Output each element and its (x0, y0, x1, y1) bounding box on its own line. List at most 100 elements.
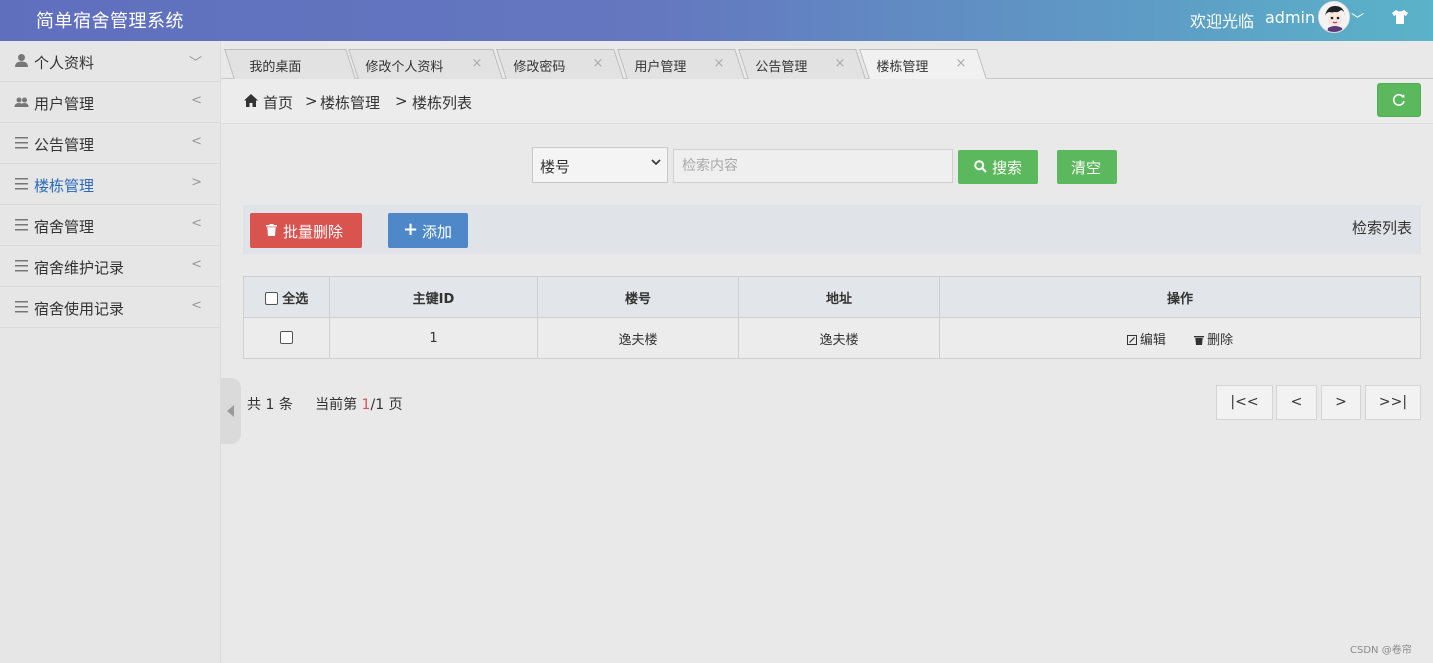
close-icon[interactable]: × (834, 56, 845, 71)
pager-pages-suffix: 页 (388, 397, 403, 413)
table-header-row: 全选 主键ID 楼号 地址 操作 (243, 276, 1421, 318)
sidebar-item-profile[interactable]: 个人资料 ﹀ (0, 41, 220, 82)
chevron-left-icon: < (191, 298, 202, 313)
close-icon[interactable]: × (713, 56, 724, 71)
tab-change-password[interactable]: 修改密码 × (496, 49, 624, 79)
watermark: CSDN @卷帘 (1350, 645, 1412, 656)
tab-label: 修改个人资料 (365, 60, 444, 75)
delete-link[interactable]: 删除 (1194, 329, 1233, 348)
tab-my-desktop[interactable]: 我的桌面 (224, 49, 356, 79)
trash-icon (1194, 335, 1205, 345)
chevron-left-icon: < (191, 216, 202, 231)
search-input[interactable] (673, 149, 953, 183)
cell-actions: 编辑 删除 (939, 317, 1421, 359)
breadcrumb-current: 楼栋列表 (412, 94, 473, 112)
refresh-button[interactable] (1377, 83, 1421, 117)
list-icon (15, 260, 28, 272)
select-all-header[interactable]: 全选 (243, 276, 330, 318)
pager-current-prefix: 当前第 (315, 397, 358, 413)
sidebar: 个人资料 ﹀ 用户管理 < 公告管理 < 楼栋管理 > 宿舍管理 < 宿舍维护记… (0, 41, 221, 663)
pager-info: 共 1 条 当前第 1/1 页 (247, 394, 403, 414)
users-icon (14, 97, 29, 107)
chevron-left-icon: < (191, 93, 202, 108)
cell-id: 1 (329, 317, 538, 359)
search-button-label: 搜索 (992, 159, 1023, 177)
chevron-left-icon: < (191, 257, 202, 272)
sidebar-item-dorm-maintenance[interactable]: 宿舍维护记录 < (0, 246, 220, 287)
breadcrumb-section[interactable]: 楼栋管理 (320, 92, 380, 113)
add-button[interactable]: + 添加 (388, 213, 468, 248)
tab-building-management[interactable]: 楼栋管理 × (859, 49, 987, 79)
pager-total-prefix: 共 (247, 397, 261, 413)
user-menu-chevron-icon[interactable]: ﹀ (1351, 9, 1364, 28)
user-icon (15, 54, 28, 67)
select-value: 楼号 (540, 158, 571, 176)
next-page-button[interactable]: > (1321, 385, 1361, 420)
shirt-icon[interactable] (1390, 7, 1410, 27)
column-header-address: 地址 (738, 276, 940, 318)
batch-delete-button[interactable]: 批量删除 (250, 213, 362, 248)
edit-link[interactable]: 编辑 (1126, 329, 1166, 348)
username[interactable]: admin (1265, 8, 1315, 27)
edit-icon (1126, 334, 1137, 345)
tab-edit-profile[interactable]: 修改个人资料 × (348, 49, 503, 79)
list-icon (15, 178, 28, 190)
avatar[interactable] (1318, 1, 1350, 33)
chevron-right-icon: > (191, 175, 202, 190)
tab-label: 公告管理 (755, 60, 808, 75)
pager-total: 1 (265, 397, 275, 413)
breadcrumb-separator: > (305, 92, 318, 110)
sidebar-item-user-management[interactable]: 用户管理 < (0, 82, 220, 123)
cell-building-no: 逸夫楼 (537, 317, 739, 359)
table-row: 1 逸夫楼 逸夫楼 编辑 删除 (243, 317, 1421, 359)
sidebar-item-building-management[interactable]: 楼栋管理 > (0, 164, 220, 205)
delete-label: 删除 (1207, 332, 1234, 348)
breadcrumb: 首页 > 楼栋管理 > 楼栋列表 (221, 79, 1433, 124)
sidebar-item-label: 宿舍使用记录 (34, 300, 125, 318)
search-button[interactable]: 搜索 (958, 150, 1038, 184)
row-select-cell (243, 317, 330, 359)
top-header: 简单宿舍管理系统 欢迎光临 admin ﹀ (0, 0, 1433, 41)
breadcrumb-separator: > (395, 92, 408, 110)
breadcrumb-home[interactable]: 首页 (263, 92, 293, 113)
list-icon (15, 301, 28, 313)
select-all-checkbox[interactable] (264, 291, 278, 305)
list-title: 检索列表 (1352, 219, 1413, 237)
tab-label: 我的桌面 (249, 60, 302, 75)
sidebar-collapse-handle[interactable] (221, 378, 241, 444)
clear-button-label: 清空 (1071, 159, 1102, 177)
close-icon[interactable]: × (592, 56, 603, 71)
home-icon (244, 94, 258, 107)
caret-left-icon (227, 405, 234, 417)
trash-icon (266, 224, 277, 236)
pager-total-suffix: 条 (278, 397, 293, 413)
sidebar-item-label: 楼栋管理 (34, 177, 95, 195)
list-icon (15, 219, 28, 231)
add-button-label: 添加 (422, 223, 453, 241)
sidebar-item-dorm-management[interactable]: 宿舍管理 < (0, 205, 220, 246)
row-checkbox[interactable] (280, 330, 293, 344)
edit-label: 编辑 (1139, 332, 1166, 348)
tab-user-management[interactable]: 用户管理 × (617, 49, 745, 79)
first-page-button[interactable]: |<< (1216, 385, 1273, 420)
cell-address: 逸夫楼 (738, 317, 940, 359)
refresh-icon (1392, 93, 1405, 106)
building-table: 全选 主键ID 楼号 地址 操作 1 逸夫楼 逸夫楼 编辑 删除 (243, 276, 1421, 359)
column-header-building-no: 楼号 (537, 276, 739, 318)
chevron-down-icon: ﹀ (188, 56, 202, 71)
search-field-select[interactable]: 楼号 (532, 147, 668, 183)
close-icon[interactable]: × (955, 56, 966, 71)
sidebar-item-label: 宿舍管理 (34, 218, 95, 236)
clear-button[interactable]: 清空 (1057, 150, 1117, 184)
chevron-left-icon: < (191, 134, 202, 149)
close-icon[interactable]: × (471, 56, 482, 71)
last-page-button[interactable]: >>| (1365, 385, 1421, 420)
prev-page-button[interactable]: < (1276, 385, 1317, 420)
chevron-down-icon (651, 159, 661, 166)
app-title: 简单宿舍管理系统 (36, 11, 184, 32)
tab-notice-management[interactable]: 公告管理 × (738, 49, 866, 79)
sidebar-item-notice-management[interactable]: 公告管理 < (0, 123, 220, 164)
tab-label: 楼栋管理 (876, 60, 929, 75)
sidebar-item-dorm-usage[interactable]: 宿舍使用记录 < (0, 287, 220, 328)
list-icon (15, 137, 28, 149)
